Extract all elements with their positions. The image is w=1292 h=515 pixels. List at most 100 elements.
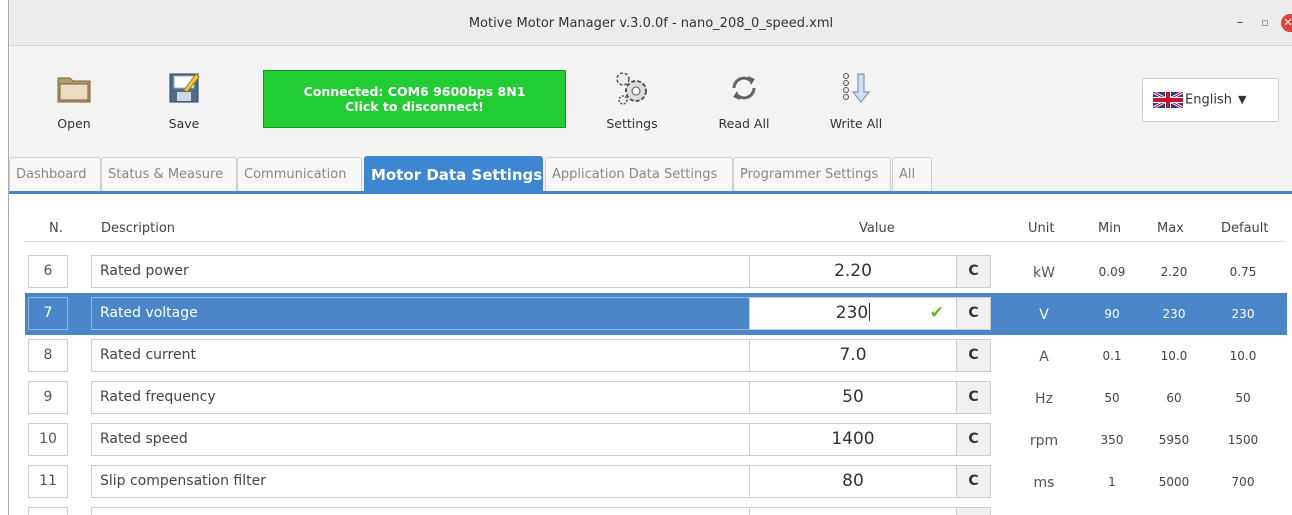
reset-icon[interactable]: C bbox=[956, 297, 991, 330]
row-unit: Hz bbox=[1035, 391, 1053, 407]
uk-flag-icon bbox=[1153, 92, 1183, 108]
reset-icon[interactable]: C bbox=[956, 423, 991, 456]
value-field[interactable]: 80 bbox=[749, 465, 957, 498]
row-max: 230 bbox=[1162, 307, 1186, 321]
row-description: Rated voltage bbox=[91, 297, 751, 330]
tab-all[interactable]: All bbox=[892, 157, 932, 191]
row-unit: A bbox=[1039, 349, 1049, 365]
write-all-button[interactable]: Write All bbox=[821, 70, 891, 131]
reset-icon[interactable]: C bbox=[956, 381, 991, 414]
tab-communication[interactable]: Communication bbox=[237, 157, 362, 191]
reset-button-partial[interactable] bbox=[956, 507, 991, 515]
table-row[interactable]: 11 Slip compensation filter 80 C ms 1 50… bbox=[25, 461, 1287, 503]
value-field[interactable]: 50 bbox=[749, 381, 957, 414]
value-field[interactable]: 1400 bbox=[749, 423, 957, 456]
settings-button[interactable]: Settings bbox=[597, 70, 667, 131]
app-window: Motive Motor Manager v.3.0.0f - nano_208… bbox=[8, 0, 1292, 515]
checkmark-icon[interactable]: ✔ bbox=[930, 298, 944, 329]
tab-dashboard[interactable]: Dashboard bbox=[9, 157, 101, 191]
row-default: 50 bbox=[1235, 391, 1251, 405]
read-all-label: Read All bbox=[718, 116, 770, 131]
row-min: 0.09 bbox=[1098, 265, 1126, 279]
chevron-down-icon: ▼ bbox=[1237, 92, 1247, 106]
row-number: 11 bbox=[28, 465, 68, 498]
connection-status: Connected: COM6 9600bps 8N1 bbox=[303, 84, 526, 99]
row-min: 1 bbox=[1108, 475, 1116, 489]
row-number-partial bbox=[28, 507, 68, 515]
col-header-n: N. bbox=[49, 221, 63, 236]
table-header: N. Description Value Unit Min Max Defaul… bbox=[25, 216, 1285, 242]
tab-status-measure[interactable]: Status & Measure bbox=[101, 157, 237, 191]
row-min: 90 bbox=[1104, 307, 1120, 321]
row-description: Rated speed bbox=[91, 423, 751, 456]
row-number: 8 bbox=[28, 339, 68, 372]
value-text: 230 bbox=[835, 303, 869, 323]
refresh-icon bbox=[732, 76, 756, 100]
minimize-icon[interactable]: – bbox=[1231, 14, 1249, 32]
row-number: 10 bbox=[28, 423, 68, 456]
restore-icon[interactable]: ▫ bbox=[1256, 14, 1274, 32]
col-header-unit: Unit bbox=[1028, 221, 1055, 236]
write-list-icon bbox=[843, 73, 871, 103]
open-label: Open bbox=[57, 116, 91, 131]
row-description: Slip compensation filter bbox=[91, 465, 751, 498]
table-row[interactable]: 8 Rated current 7.0 C A 0.1 10.0 10.0 bbox=[25, 335, 1287, 377]
table-row[interactable]: 10 Rated speed 1400 C rpm 350 5950 1500 bbox=[25, 419, 1287, 461]
row-min: 0.1 bbox=[1102, 349, 1122, 363]
row-description: Rated power bbox=[91, 255, 751, 288]
table-row[interactable]: 6 Rated power 2.20 C kW 0.09 2.20 0.75 bbox=[25, 251, 1287, 293]
table-row[interactable]: 9 Rated frequency 50 C Hz 50 60 50 bbox=[25, 377, 1287, 419]
row-max: 2.20 bbox=[1160, 265, 1188, 279]
row-min: 350 bbox=[1100, 433, 1124, 447]
gears-icon bbox=[616, 72, 647, 105]
value-field-editing[interactable]: 230 ✔ bbox=[749, 297, 957, 330]
toolbar: Open Save Connected: COM6 9600bps 8N1 Cl… bbox=[9, 46, 1292, 154]
value-field[interactable]: 2.20 bbox=[749, 255, 957, 288]
row-unit: ms bbox=[1033, 475, 1055, 491]
row-unit: kW bbox=[1033, 265, 1055, 281]
tab-application-data-settings[interactable]: Application Data Settings bbox=[545, 157, 733, 191]
row-description: Rated current bbox=[91, 339, 751, 372]
open-button[interactable]: Open bbox=[39, 70, 109, 131]
col-header-value: Value bbox=[859, 221, 895, 236]
row-default: 230 bbox=[1231, 307, 1255, 321]
disconnect-button[interactable]: Connected: COM6 9600bps 8N1 Click to dis… bbox=[263, 70, 566, 128]
row-default: 700 bbox=[1231, 475, 1255, 489]
row-default: 10.0 bbox=[1229, 349, 1257, 363]
reset-icon[interactable]: C bbox=[956, 339, 991, 372]
tab-programmer-settings[interactable]: Programmer Settings bbox=[733, 157, 891, 191]
folder-icon bbox=[57, 77, 91, 103]
row-default: 0.75 bbox=[1229, 265, 1257, 279]
read-all-button[interactable]: Read All bbox=[709, 70, 779, 131]
window-title: Motive Motor Manager v.3.0.0f - nano_208… bbox=[468, 16, 834, 31]
reset-icon[interactable]: C bbox=[956, 255, 991, 288]
value-field-partial[interactable] bbox=[749, 507, 957, 515]
row-max: 60 bbox=[1166, 391, 1182, 405]
value-field[interactable]: 7.0 bbox=[749, 339, 957, 372]
row-max: 5000 bbox=[1158, 475, 1190, 489]
row-description-partial bbox=[91, 507, 751, 515]
row-number: 7 bbox=[28, 297, 68, 330]
row-unit: V bbox=[1039, 307, 1049, 323]
save-button[interactable]: Save bbox=[149, 70, 219, 131]
title-bar: Motive Motor Manager v.3.0.0f - nano_208… bbox=[9, 0, 1292, 46]
col-header-description: Description bbox=[101, 221, 176, 236]
row-max: 10.0 bbox=[1160, 349, 1188, 363]
reset-icon[interactable]: C bbox=[956, 465, 991, 498]
language-label: English bbox=[1185, 92, 1232, 108]
col-header-max: Max bbox=[1157, 221, 1184, 236]
write-all-label: Write All bbox=[829, 116, 883, 131]
table-row-partial bbox=[25, 507, 1287, 515]
save-icon bbox=[169, 73, 200, 103]
row-default: 1500 bbox=[1227, 433, 1259, 447]
tab-motor-data-settings[interactable]: Motor Data Settings bbox=[364, 156, 543, 192]
row-number: 6 bbox=[28, 255, 68, 288]
row-max: 5950 bbox=[1158, 433, 1190, 447]
settings-label: Settings bbox=[606, 116, 658, 131]
row-unit: rpm bbox=[1029, 433, 1059, 449]
close-icon[interactable]: ✕ bbox=[1281, 14, 1292, 32]
row-description: Rated frequency bbox=[91, 381, 751, 414]
row-min: 50 bbox=[1104, 391, 1120, 405]
table-row-selected[interactable]: 7 Rated voltage 230 ✔ C V 90 230 230 bbox=[25, 293, 1287, 335]
language-select[interactable]: English ▼ bbox=[1142, 78, 1279, 122]
